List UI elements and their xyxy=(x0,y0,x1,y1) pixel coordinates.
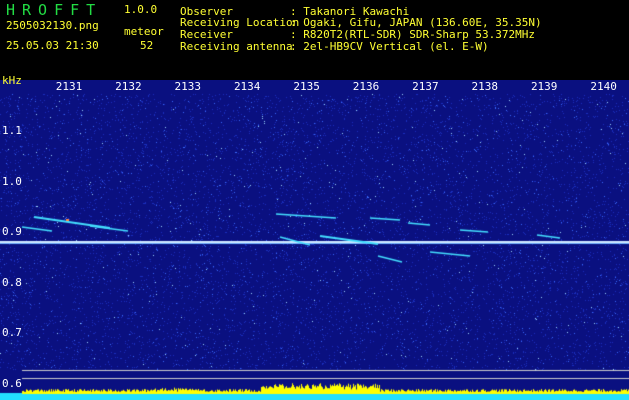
antenna-label: Receiving antenna xyxy=(180,40,293,53)
time-tick-label: 2131 xyxy=(55,80,83,93)
app-version: 1.0.0 xyxy=(124,3,158,16)
freq-tick-label: 0.9 xyxy=(2,225,22,238)
header-panel: HROFFT 1.0.0 2505032130.png meteor 25.05… xyxy=(0,0,629,80)
meteor-count: 52 xyxy=(140,39,154,52)
datetime-label: 25.05.03 21:30 xyxy=(6,39,99,52)
time-tick-label: 2139 xyxy=(530,80,558,93)
time-tick-label: 2132 xyxy=(115,80,142,93)
file-name: 2505032130.png xyxy=(6,19,99,32)
antenna-value: : 2el-HB9CV Vertical (el. E-W) xyxy=(290,40,489,53)
time-tick-label: 2135 xyxy=(293,80,320,93)
time-axis: 2131 2132 2133 2134 2135 2136 2137 2138 2139 2140 xyxy=(0,80,629,94)
freq-tick-label: 0.6 xyxy=(2,376,22,390)
time-tick-label: 2140 xyxy=(590,80,617,93)
time-tick-label: 2133 xyxy=(174,80,202,93)
time-tick-label: 2136 xyxy=(352,80,380,93)
time-tick-label: 2137 xyxy=(412,80,439,93)
time-tick-label: 2138 xyxy=(471,80,499,93)
freq-tick-label: 1.0 xyxy=(2,174,22,188)
time-tick-label: 2134 xyxy=(233,80,261,93)
freq-tick-label: 0.8 xyxy=(2,275,22,289)
spectrogram xyxy=(0,80,629,400)
app-title: HROFFT xyxy=(6,1,103,19)
freq-tick-label: 0.7 xyxy=(2,326,22,339)
freq-tick-label: 1.1 xyxy=(2,124,22,137)
freq-unit-label: kHz xyxy=(2,74,22,87)
mode-label: meteor xyxy=(124,25,164,38)
